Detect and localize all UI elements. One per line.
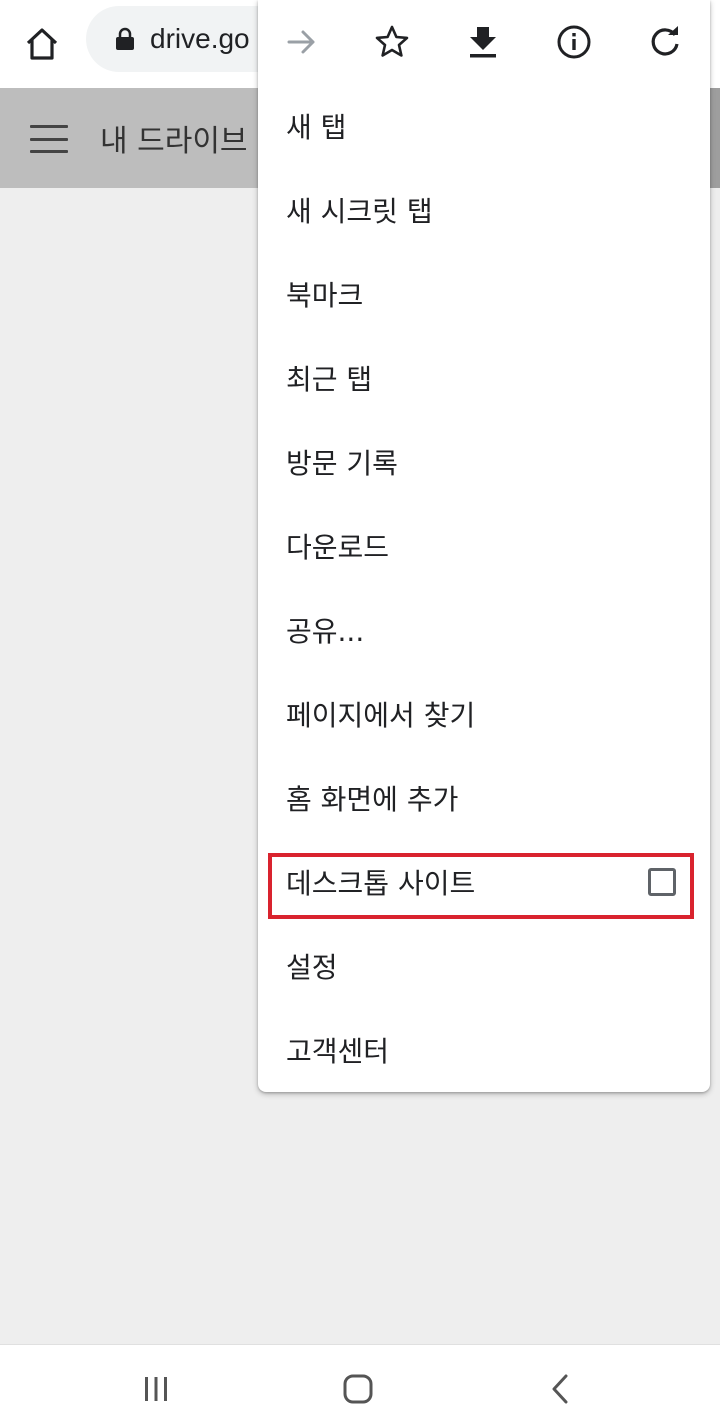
menu-item-label: 공유... bbox=[286, 615, 365, 648]
menu-item-find-in-page[interactable]: 페이지에서 찾기 bbox=[258, 672, 710, 756]
menu-item-history[interactable]: 방문 기록 bbox=[258, 420, 710, 504]
menu-item-label: 홈 화면에 추가 bbox=[286, 783, 459, 816]
menu-item-bookmarks[interactable]: 북마크 bbox=[258, 252, 710, 336]
download-page-button[interactable] bbox=[459, 18, 507, 66]
url-text: drive.go bbox=[150, 23, 250, 54]
menu-item-help[interactable]: 고객센터 bbox=[258, 1008, 710, 1092]
menu-item-label: 최근 탭 bbox=[286, 363, 373, 396]
system-home-button[interactable] bbox=[334, 1365, 382, 1413]
menu-item-label: 새 시크릿 탭 bbox=[286, 195, 433, 228]
forward-button[interactable] bbox=[278, 18, 326, 66]
menu-item-add-to-home-screen[interactable]: 홈 화면에 추가 bbox=[258, 756, 710, 840]
menu-item-share[interactable]: 공유... bbox=[258, 588, 710, 672]
system-back-button[interactable] bbox=[536, 1365, 584, 1413]
menu-item-label: 북마크 bbox=[286, 279, 364, 312]
refresh-icon bbox=[651, 26, 679, 56]
download-icon bbox=[470, 27, 496, 58]
menu-item-label: 설정 bbox=[286, 951, 338, 984]
menu-item-label: 데스크톱 사이트 bbox=[286, 867, 476, 900]
home-icon bbox=[26, 28, 58, 60]
info-icon bbox=[557, 25, 591, 59]
recent-apps-icon bbox=[145, 1377, 167, 1401]
recent-apps-button[interactable] bbox=[132, 1365, 180, 1413]
back-icon bbox=[552, 1374, 568, 1404]
menu-item-label: 고객센터 bbox=[286, 1035, 390, 1068]
system-nav-bar bbox=[0, 1344, 720, 1428]
home-nav-icon bbox=[343, 1374, 373, 1404]
refresh-button[interactable] bbox=[641, 18, 689, 66]
menu-item-new-tab[interactable]: 새 탭 bbox=[258, 84, 710, 168]
forward-arrow-icon bbox=[287, 30, 315, 54]
page-info-button[interactable] bbox=[550, 18, 598, 66]
desktop-site-checkbox[interactable] bbox=[648, 868, 676, 896]
page-title: 내 드라이브 bbox=[100, 124, 248, 159]
menu-item-desktop-site[interactable]: 데스크톱 사이트 bbox=[258, 840, 710, 924]
scrollbar bbox=[710, 88, 720, 188]
lock-icon bbox=[114, 26, 136, 52]
menu-item-label: 페이지에서 찾기 bbox=[286, 699, 476, 732]
menu-item-label: 다운로드 bbox=[286, 531, 390, 564]
menu-toolbar bbox=[258, 0, 710, 84]
star-icon bbox=[375, 25, 409, 57]
home-button[interactable] bbox=[16, 18, 68, 70]
menu-item-settings[interactable]: 설정 bbox=[258, 924, 710, 1008]
menu-item-label: 방문 기록 bbox=[286, 447, 398, 480]
bookmark-star-button[interactable] bbox=[368, 18, 416, 66]
menu-item-new-incognito-tab[interactable]: 새 시크릿 탭 bbox=[258, 168, 710, 252]
overflow-menu: 새 탭 새 시크릿 탭 북마크 최근 탭 방문 기록 다운로드 공유... 페이… bbox=[258, 0, 710, 1092]
menu-item-downloads[interactable]: 다운로드 bbox=[258, 504, 710, 588]
menu-item-recent-tabs[interactable]: 최근 탭 bbox=[258, 336, 710, 420]
menu-item-label: 새 탭 bbox=[286, 111, 347, 144]
hamburger-menu-icon[interactable] bbox=[30, 120, 68, 158]
